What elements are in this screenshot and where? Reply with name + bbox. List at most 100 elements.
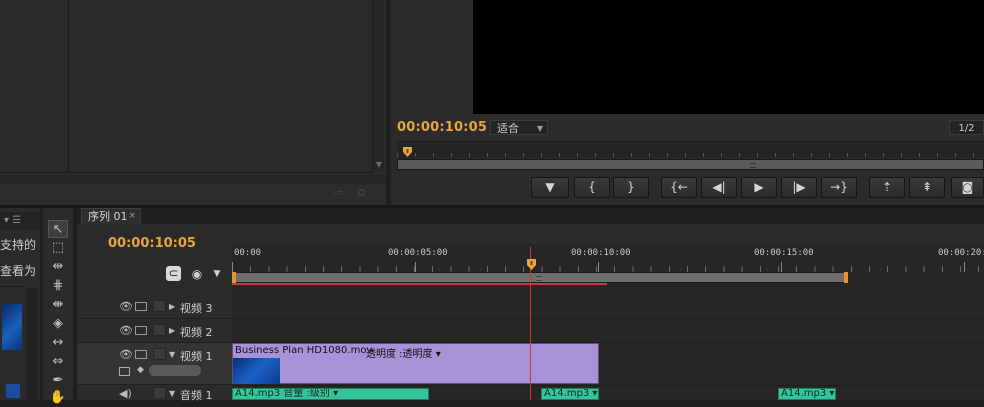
ruler-major-tick (415, 262, 416, 272)
expand-triangle-icon[interactable]: ▶ (169, 326, 175, 335)
ruler-major-tick (964, 262, 965, 272)
export-frame-button[interactable]: ◙ (951, 177, 984, 198)
razor-tool-icon[interactable]: ◈ (48, 315, 68, 333)
resolution-dropdown[interactable]: 1/2 (949, 120, 984, 135)
expand-triangle-icon[interactable]: ▶ (169, 302, 175, 311)
play-button[interactable]: ▶ (741, 177, 777, 198)
slide-tool-icon[interactable]: ⇔ (48, 353, 68, 371)
media-thumbnail-small[interactable] (6, 384, 20, 398)
work-area-grip[interactable] (536, 276, 542, 281)
project-vertical-scrollbar[interactable] (373, 0, 384, 172)
eye-icon[interactable]: 👁 (119, 324, 133, 337)
film-icon[interactable] (135, 302, 147, 311)
lock-toggle[interactable] (153, 348, 166, 360)
add-marker-button[interactable]: ▼ (531, 177, 569, 198)
snap-icon[interactable]: ⊂ (166, 266, 181, 281)
work-area-start-handle[interactable] (232, 272, 236, 283)
timeline-time-ruler[interactable]: 00:00 00:00:05:00 00:00:10:00 00:00:15:0… (232, 244, 984, 294)
film-icon[interactable] (135, 326, 147, 335)
rate-stretch-tool-icon[interactable]: ⇼ (48, 296, 68, 314)
video-clip[interactable]: Business Plan HD1080.mov 透明度 :透明度 ▾ (232, 343, 599, 384)
slip-tool-icon[interactable]: ↔ (48, 334, 68, 352)
project-horizontal-scrollbar[interactable] (0, 174, 386, 184)
work-area-bar[interactable] (232, 272, 848, 283)
tab-label: 序列 01 (88, 210, 128, 223)
track-select-tool-icon[interactable]: ⬚ (48, 239, 68, 257)
tab-sequence-01[interactable]: 序列 01 × (81, 208, 141, 224)
timeline-timecode[interactable]: 00:00:10:05 (108, 236, 196, 251)
fit-dropdown-value: 适合 (497, 122, 519, 135)
new-item-icon[interactable]: ⧉ (354, 186, 368, 200)
track-header-audio-1[interactable]: ◀) ▼ 音频 1 (77, 385, 232, 402)
track-content-area[interactable]: Business Plan HD1080.mov 透明度 :透明度 ▾ A14.… (232, 294, 984, 400)
film-icon[interactable] (135, 350, 147, 359)
timeline-tabbar (77, 208, 984, 224)
media-scrollbar[interactable] (26, 288, 38, 400)
clip-thumbnail (233, 358, 280, 384)
program-timecode[interactable]: 00:00:10:05 (397, 120, 487, 135)
pen-tool-icon[interactable]: ✒ (48, 372, 68, 390)
step-back-button[interactable]: ◀| (701, 177, 737, 198)
lock-toggle[interactable] (153, 324, 166, 336)
ruler-major-tick (781, 262, 782, 272)
track-header-video-3[interactable]: 👁 ▶ 视频 3 (77, 294, 232, 319)
clip-effect-dropdown[interactable]: 透明度 :透明度 ▾ (366, 345, 441, 360)
track-name: 视频 3 (180, 302, 213, 315)
collapse-triangle-icon[interactable]: ▼ (169, 389, 175, 398)
eye-icon[interactable]: 👁 (119, 300, 133, 313)
extract-button[interactable]: ⇞ (909, 177, 945, 198)
audio-clip[interactable]: A14.mp3 音量 :级别 ▾ (232, 388, 429, 400)
program-playhead-icon[interactable] (403, 147, 412, 157)
view-as-label[interactable]: 查看为 (0, 262, 36, 279)
program-zoom-scrollbar[interactable] (397, 159, 984, 170)
track-header-video-1[interactable]: 👁 ▼ 视频 1 ◆ (77, 343, 232, 385)
go-to-in-button[interactable]: {← (661, 177, 697, 198)
program-time-ruler[interactable] (397, 141, 984, 158)
ruler-label: 00:00 (234, 248, 262, 258)
ruler-major-tick (598, 262, 599, 272)
set-marker-icon[interactable]: ◉ (189, 266, 205, 282)
work-area-end-handle[interactable] (844, 272, 848, 283)
lock-toggle[interactable] (153, 300, 166, 312)
selection-tool-icon[interactable]: ↖ (48, 220, 68, 238)
fit-dropdown[interactable]: 适合 ▼ (490, 120, 548, 135)
track-header-video-2[interactable]: 👁 ▶ 视频 2 (77, 319, 232, 343)
audio-clip[interactable]: A14.mp3 ▾ (778, 388, 836, 400)
media-thumbnail[interactable] (2, 304, 22, 350)
go-to-out-button[interactable]: →} (821, 177, 857, 198)
display-style-icon[interactable] (119, 367, 130, 376)
step-forward-button[interactable]: |▶ (781, 177, 817, 198)
ruler-label: 00:00:20: (938, 248, 984, 258)
scroll-down-icon[interactable]: ▼ (374, 160, 384, 170)
timeline-playhead-icon[interactable] (527, 259, 536, 270)
ripple-edit-tool-icon[interactable]: ⇹ (48, 258, 68, 276)
project-list[interactable] (0, 0, 373, 173)
program-video-display (473, 0, 984, 114)
ruler-label: 00:00:15:00 (754, 248, 814, 258)
project-panel: ▼ ⇨ ⧉ (0, 0, 386, 205)
hand-tool-icon[interactable]: ✋ (48, 389, 68, 407)
mark-out-button[interactable]: } (613, 177, 649, 198)
rolling-edit-tool-icon[interactable]: ⋕ (48, 277, 68, 295)
ruler-label: 00:00:10:00 (571, 248, 631, 258)
close-icon[interactable]: × (128, 209, 136, 224)
panel-menu-icon[interactable]: ▾ ☰ (4, 215, 21, 226)
audio-clip[interactable]: A14.mp3 ▾ (541, 388, 599, 400)
lock-toggle[interactable] (153, 387, 166, 399)
collapse-triangle-icon[interactable]: ▼ (169, 350, 175, 359)
tools-panel: ↖ ⬚ ⇹ ⋕ ⇼ ◈ ↔ ⇔ ✒ ✋ (43, 208, 73, 405)
lift-button[interactable]: ⇡ (869, 177, 905, 198)
speaker-icon[interactable]: ◀) (119, 387, 132, 400)
chevron-down-icon: ▼ (536, 124, 543, 133)
mark-in-button[interactable]: { (574, 177, 610, 198)
automate-icon[interactable]: ⇨ (332, 186, 346, 200)
track-separator (232, 318, 984, 319)
track-name: 视频 1 (180, 350, 213, 363)
keyframe-navigator[interactable] (149, 365, 201, 376)
timeline-marker-icon[interactable]: ▼ (209, 266, 225, 282)
ruler-ticks (397, 153, 984, 157)
keyframe-icon[interactable]: ◆ (137, 365, 144, 375)
eye-icon[interactable]: 👁 (119, 348, 133, 361)
supported-files-label[interactable]: 支持的 (0, 236, 36, 253)
scrollbar-grip[interactable] (750, 163, 756, 168)
